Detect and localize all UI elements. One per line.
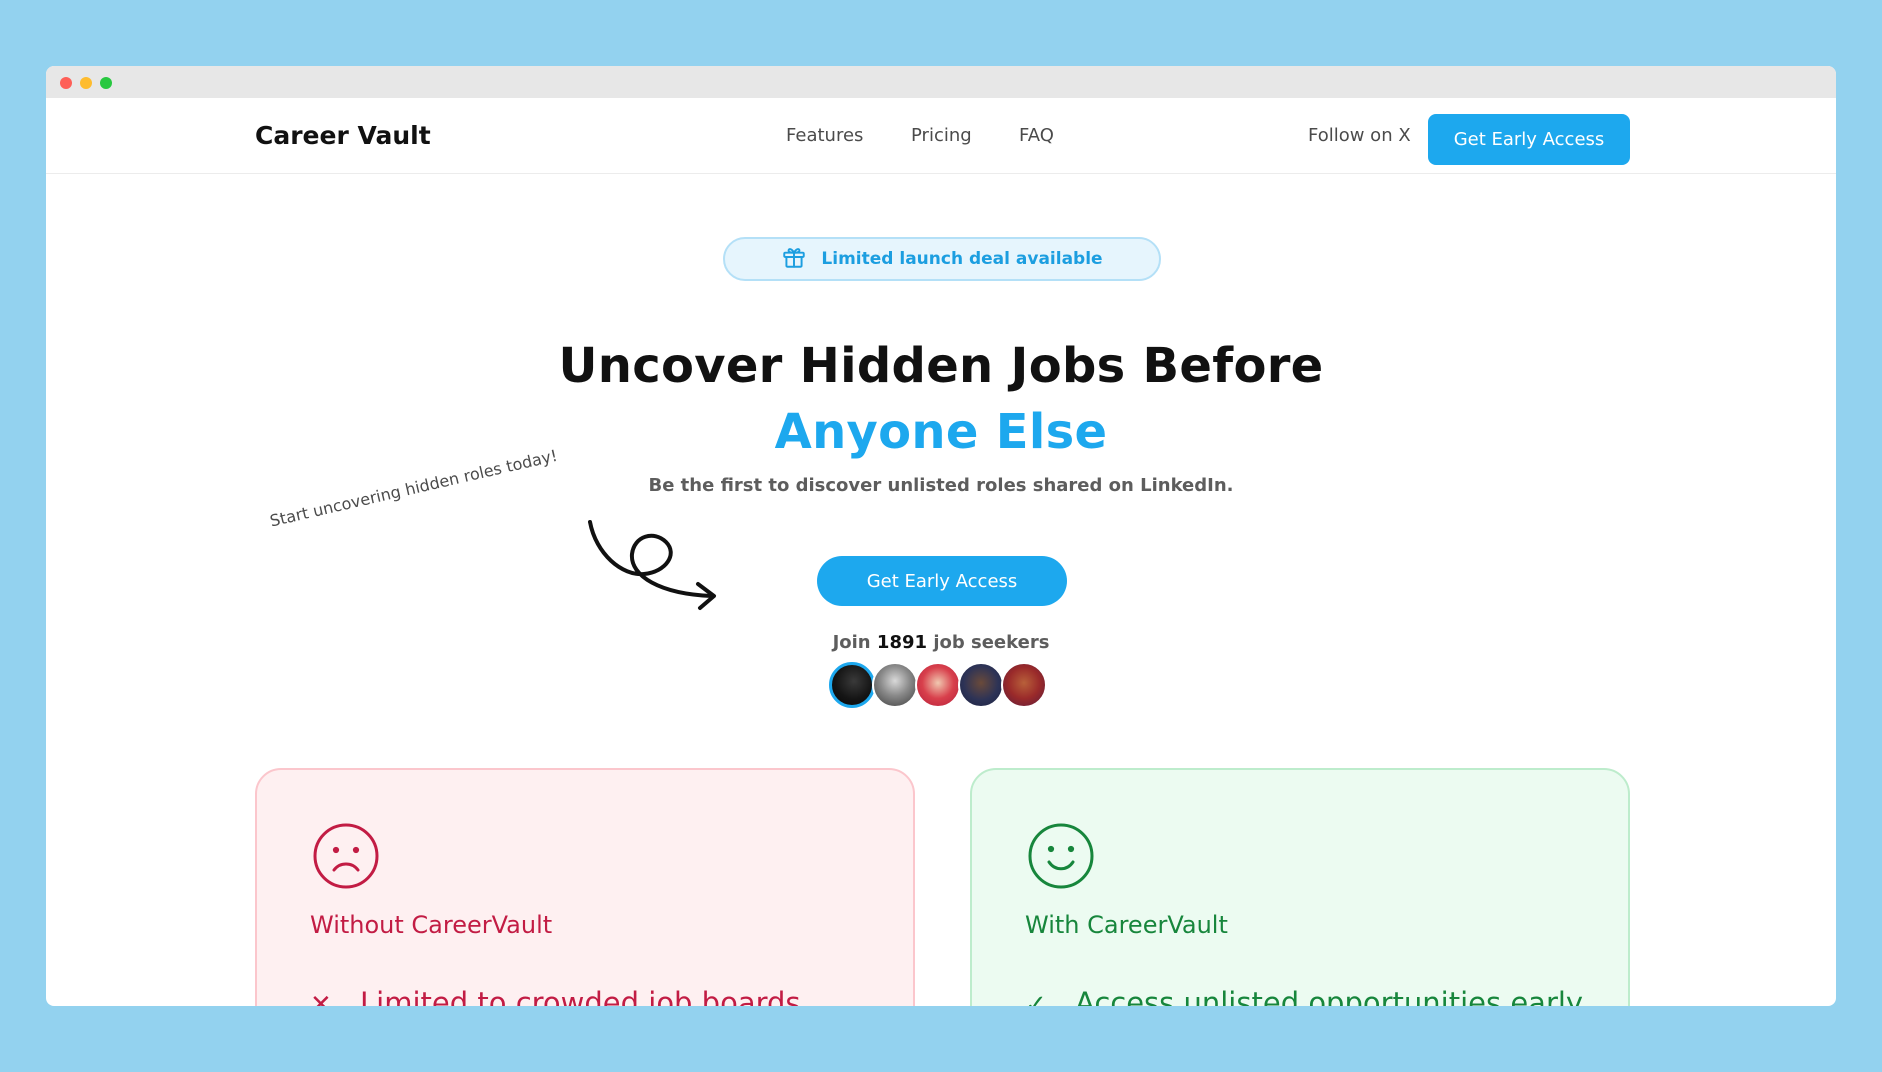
nav-link-features[interactable]: Features [786,98,863,174]
avatar [829,662,875,708]
with-careervault-card: With CareerVault ✓ Access unlisted opport… [970,768,1630,1006]
avatar [958,662,1004,708]
badge-text: Limited launch deal available [821,249,1103,269]
cross-icon: ✕ [310,990,332,1006]
avatar [872,662,918,708]
with-card-title: With CareerVault [1025,911,1228,939]
top-navbar: Career Vault Features Pricing FAQ Follow… [46,98,1836,174]
gift-icon [781,244,807,275]
join-suffix: job seekers [933,632,1050,653]
without-careervault-card: Without CareerVault ✕ Limited to crowded … [255,768,915,1006]
hero-title-line1: Uncover Hidden Jobs Before [558,338,1324,394]
maximize-window-icon[interactable] [100,77,112,89]
browser-window: Career Vault Features Pricing FAQ Follow… [46,66,1836,1006]
scribble-note: Start uncovering hidden roles today! [268,445,560,531]
without-card-item: ✕ Limited to crowded job boards [310,986,801,1006]
sad-face-icon [313,823,379,889]
happy-face-icon [1028,823,1094,889]
join-prefix: Join [832,632,871,653]
avatar [1001,662,1047,708]
launch-deal-badge: Limited launch deal available [723,237,1161,281]
with-item-text: Access unlisted opportunities early [1075,986,1584,1006]
curly-arrow-icon [588,520,716,610]
nav-link-faq[interactable]: FAQ [1019,98,1054,174]
close-window-icon[interactable] [60,77,72,89]
follow-on-x-link[interactable]: Follow on X [1308,98,1411,174]
hero-get-early-access-button[interactable]: Get Early Access [817,556,1067,606]
hero-subtitle: Be the first to discover unlisted roles … [648,475,1234,496]
nav-get-early-access-button[interactable]: Get Early Access [1428,114,1630,165]
join-count: 1891 [876,632,928,653]
with-card-item: ✓ Access unlisted opportunities early [1025,986,1583,1006]
without-item-text: Limited to crowded job boards [360,986,801,1006]
nav-link-pricing[interactable]: Pricing [911,98,972,174]
avatar-stack [829,662,1059,708]
check-icon: ✓ [1025,990,1047,1006]
avatar [915,662,961,708]
minimize-window-icon[interactable] [80,77,92,89]
window-titlebar [46,66,1836,98]
join-counter: Join 1891 job seekers [46,632,1836,653]
without-card-title: Without CareerVault [310,911,553,939]
hero-title-line2: Anyone Else [774,404,1108,460]
